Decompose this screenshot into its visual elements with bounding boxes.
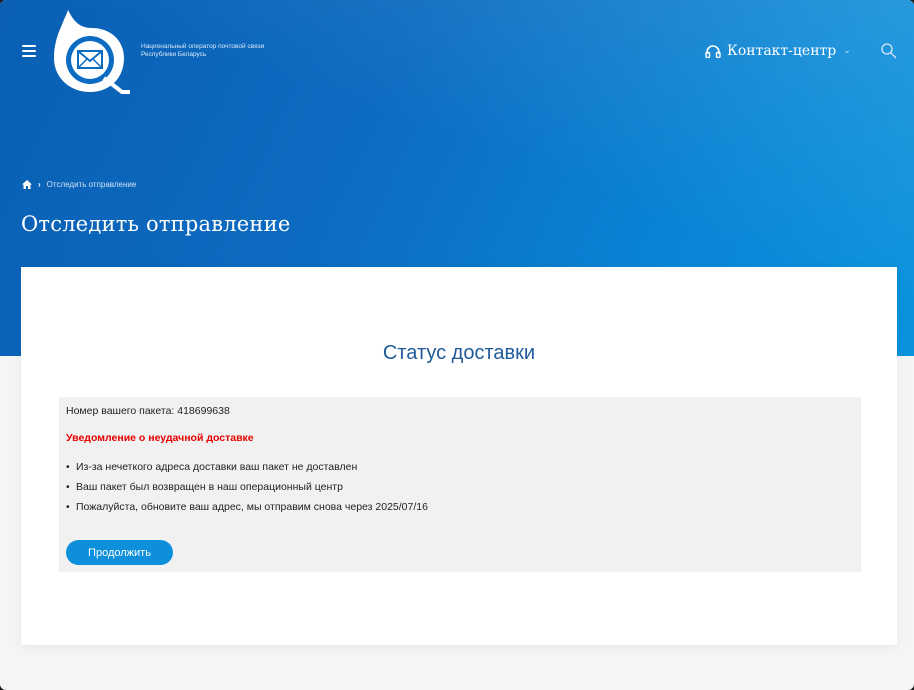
breadcrumb-current: Отследить отправление	[46, 180, 137, 189]
home-icon[interactable]	[22, 180, 32, 189]
package-number: Номер вашего пакета: 418699638	[66, 405, 230, 417]
delivery-failed-notice: Уведомление о неудачной доставке	[66, 432, 254, 444]
status-card: Статус доставки Номер вашего пакета: 418…	[21, 267, 897, 645]
search-icon[interactable]	[880, 42, 898, 60]
chevron-down-icon: ⌄	[843, 46, 851, 56]
contact-center-dropdown[interactable]: Контакт-центр ⌄	[705, 43, 851, 59]
list-item: Ваш пакет был возвращен в наш операционн…	[66, 477, 428, 497]
contact-center-label: Контакт-центр	[727, 43, 837, 59]
status-list: Из-за нечеткого адреса доставки ваш паке…	[66, 457, 428, 517]
list-item: Пожалуйста, обновите ваш адрес, мы отпра…	[66, 497, 428, 517]
list-item: Из-за нечеткого адреса доставки ваш паке…	[66, 457, 428, 477]
hamburger-icon[interactable]	[22, 45, 36, 57]
org-name-line2: Республики Беларусь	[141, 51, 207, 58]
logo[interactable]	[52, 8, 132, 96]
continue-button[interactable]: Продолжить	[66, 540, 173, 565]
breadcrumb-separator-icon: ›	[38, 180, 41, 189]
org-name-line1: Национальный оператор почтовой связи	[141, 43, 265, 50]
breadcrumb: › Отследить отправление	[22, 180, 136, 189]
status-heading: Статус доставки	[382, 342, 536, 364]
status-info-box: Номер вашего пакета: 418699638 Уведомлен…	[59, 397, 861, 572]
headphones-icon	[705, 45, 721, 58]
page-title: Отследить отправление	[21, 212, 291, 236]
org-name: Национальный оператор почтовой связи Рес…	[141, 43, 264, 59]
page-frame: Национальный оператор почтовой связи Рес…	[0, 0, 914, 690]
